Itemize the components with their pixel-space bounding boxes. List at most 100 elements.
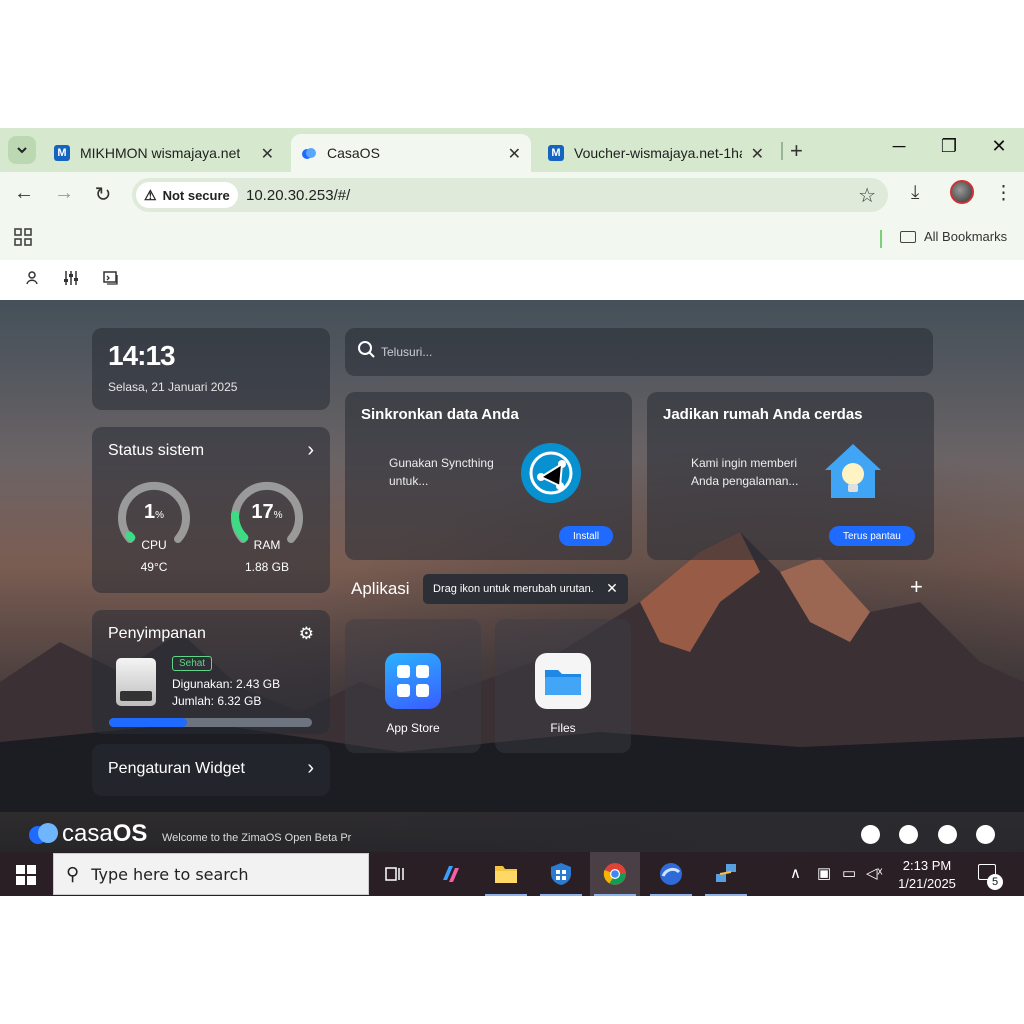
back-button[interactable]: ← (12, 182, 36, 205)
network-icon[interactable]: ▭ (842, 864, 856, 882)
widget-settings-label: Pengaturan Widget (108, 760, 245, 777)
all-bookmarks-label: All Bookmarks (924, 229, 1008, 244)
github-icon[interactable] (938, 825, 957, 844)
search-icon (358, 341, 375, 358)
tab-mikhmon[interactable]: M MIKHMON wismajaya.net ✕ (44, 134, 284, 172)
warning-icon: ⚠ (144, 186, 157, 203)
promo-title: Jadikan rumah Anda cerdas (663, 406, 863, 423)
chevron-right-icon[interactable]: › (307, 439, 314, 462)
forward-button[interactable]: → (52, 182, 76, 205)
url-text[interactable]: 10.20.30.253/#/ (246, 187, 350, 204)
taskbar-time: 2:13 PM (902, 858, 952, 873)
address-bar[interactable]: ⚠ Not secure 10.20.30.253/#/ ☆ (132, 178, 888, 212)
tab-search-button[interactable] (8, 136, 36, 164)
storage-title: Penyimpanan (108, 625, 206, 642)
health-badge: Sehat (172, 656, 213, 671)
promo-text: Gunakan Syncthing untuk... (389, 456, 494, 488)
taskbar-search-placeholder: Type here to search (91, 864, 249, 884)
remote-app-icon[interactable] (646, 852, 696, 896)
bookmark-star-icon[interactable]: ☆ (858, 183, 876, 208)
casaos-logo-icon (29, 823, 58, 844)
app-store-icon (385, 653, 441, 709)
chat-icon[interactable] (861, 825, 880, 844)
ram-value: 17% (251, 501, 283, 523)
network-app-icon[interactable] (701, 852, 751, 896)
gear-icon[interactable]: ⚙ (299, 624, 314, 644)
feedback-icon[interactable] (976, 825, 995, 844)
chrome-icon[interactable] (590, 852, 640, 896)
download-icon[interactable]: ⤓ (911, 182, 919, 204)
notification-count: 5 (987, 874, 1003, 890)
casaos-favicon-icon (301, 145, 317, 161)
restore-button[interactable]: ❐ (934, 136, 964, 157)
menu-icon[interactable]: ⋮ (994, 182, 1013, 205)
task-view-icon[interactable] (370, 852, 420, 896)
taskbar-clock[interactable]: 2:13 PM 1/21/2025 (892, 857, 962, 893)
windows-taskbar: ⚲ Type here to search ∧ ▣ ▭ ◁ˣ 2:13 PM 1… (0, 852, 1024, 896)
cpu-label: CPU (141, 538, 167, 552)
promo-text: Kami ingin memberi Anda pengalaman... (691, 456, 799, 488)
add-app-button[interactable]: + (910, 574, 923, 600)
account-icon[interactable] (25, 270, 41, 291)
drive-icon (116, 658, 156, 706)
reload-button[interactable]: ↻ (91, 182, 115, 207)
storage-total: Jumlah: 6.32 GB (172, 694, 262, 708)
file-explorer-icon[interactable] (481, 852, 531, 896)
close-icon[interactable]: ✕ (606, 580, 618, 597)
brand-casa: casa (62, 820, 113, 847)
tab-separator (781, 142, 783, 160)
syncthing-promo-card[interactable]: Sinkronkan data Anda Gunakan Syncthing u… (345, 392, 632, 560)
browser-tab-strip: M MIKHMON wismajaya.net ✕ CasaOS ✕ M Vou… (0, 128, 1024, 172)
all-bookmarks-button[interactable]: All Bookmarks (900, 229, 1007, 244)
syncthing-logo-icon (521, 443, 581, 503)
cpu-temp: 49°C (140, 560, 168, 574)
search-placeholder: Telusuri... (381, 345, 433, 359)
security-chip[interactable]: ⚠ Not secure (136, 182, 238, 208)
close-icon[interactable]: ✕ (261, 144, 274, 164)
casaos-logo: casa OS (28, 820, 147, 848)
meet-now-icon[interactable]: ▣ (817, 864, 831, 882)
profile-avatar[interactable] (950, 180, 974, 204)
casaos-topbar (0, 260, 1024, 300)
smart-home-promo-card[interactable]: Jadikan rumah Anda cerdas Kami ingin mem… (647, 392, 934, 560)
tab-title: MIKHMON wismajaya.net (80, 145, 241, 161)
apps-heading: Aplikasi (351, 579, 410, 598)
clock-widget: 14:13 Selasa, 21 Januari 2025 (92, 328, 330, 410)
search-input[interactable]: Telusuri... (345, 328, 933, 376)
minimize-button[interactable]: ─ (884, 136, 914, 157)
discord-icon[interactable] (899, 825, 918, 844)
keep-watching-button[interactable]: Terus pantau (829, 526, 915, 546)
close-icon[interactable]: ✕ (751, 144, 764, 164)
copilot-icon[interactable] (426, 852, 476, 896)
security-shield-icon[interactable] (536, 852, 586, 896)
status-title: Status sistem (108, 442, 205, 459)
apps-grid-icon[interactable] (14, 228, 32, 251)
drag-tooltip: Drag ikon untuk merubah urutan. ✕ (423, 574, 628, 604)
welcome-banner[interactable]: Welcome to the ZimaOS Open Beta Pr (162, 832, 367, 844)
app-store-tile[interactable]: App Store (345, 619, 481, 753)
volume-muted-icon[interactable]: ◁ˣ (866, 864, 882, 882)
close-window-button[interactable]: ✕ (984, 136, 1014, 157)
storage-widget[interactable]: Penyimpanan ⚙ Sehat Digunakan: 2.43 GB J… (92, 610, 330, 734)
tab-voucher[interactable]: M Voucher-wismajaya.net-1hari ✕ (538, 134, 774, 172)
tab-title: Voucher-wismajaya.net-1hari (574, 145, 742, 161)
chevron-right-icon: › (307, 757, 314, 779)
settings-sliders-icon[interactable] (63, 270, 79, 291)
files-tile[interactable]: Files (495, 619, 631, 753)
tab-casaos[interactable]: CasaOS ✕ (291, 134, 531, 172)
cpu-value: 1% (143, 501, 165, 523)
close-icon[interactable]: ✕ (508, 144, 521, 164)
storage-used: Digunakan: 2.43 GB (172, 677, 281, 691)
taskbar-search-input[interactable]: ⚲ Type here to search (53, 853, 369, 895)
chevron-up-icon[interactable]: ∧ (790, 864, 801, 882)
folder-icon (900, 230, 916, 243)
widget-settings-button[interactable]: Pengaturan Widget › (92, 744, 330, 796)
clock-date: Selasa, 21 Januari 2025 (108, 380, 238, 394)
casaos-desktop: 14:13 Selasa, 21 Januari 2025 Status sis… (0, 300, 1024, 852)
windows-start-icon[interactable] (16, 865, 36, 885)
terminal-icon[interactable] (103, 270, 119, 291)
new-tab-button[interactable]: + (790, 138, 803, 164)
security-label: Not secure (162, 187, 230, 203)
install-button[interactable]: Install (559, 526, 614, 546)
system-status-widget[interactable]: Status sistem › 1% CPU 49°C 17% RAM 1.88… (92, 427, 330, 593)
